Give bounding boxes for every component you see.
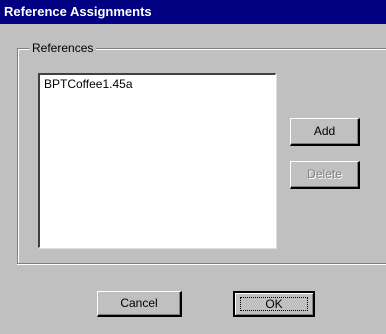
ok-button[interactable]: OK [233,291,315,317]
reference-assignments-dialog: Reference Assignments References BPTCoff… [0,0,386,334]
list-item[interactable]: BPTCoffee1.45a [44,77,275,93]
delete-button[interactable]: Delete [290,161,360,189]
references-list[interactable]: BPTCoffee1.45a [38,73,276,248]
ok-button-label: OK [265,297,283,311]
title-bar[interactable]: Reference Assignments [0,0,386,24]
add-button-label: Add [313,124,336,138]
window-title: Reference Assignments [4,4,152,19]
references-group-label: References [29,40,97,56]
cancel-button[interactable]: Cancel [97,291,182,317]
cancel-button-label: Cancel [120,296,158,310]
delete-button-label: Delete [307,167,342,181]
add-button[interactable]: Add [290,118,360,146]
